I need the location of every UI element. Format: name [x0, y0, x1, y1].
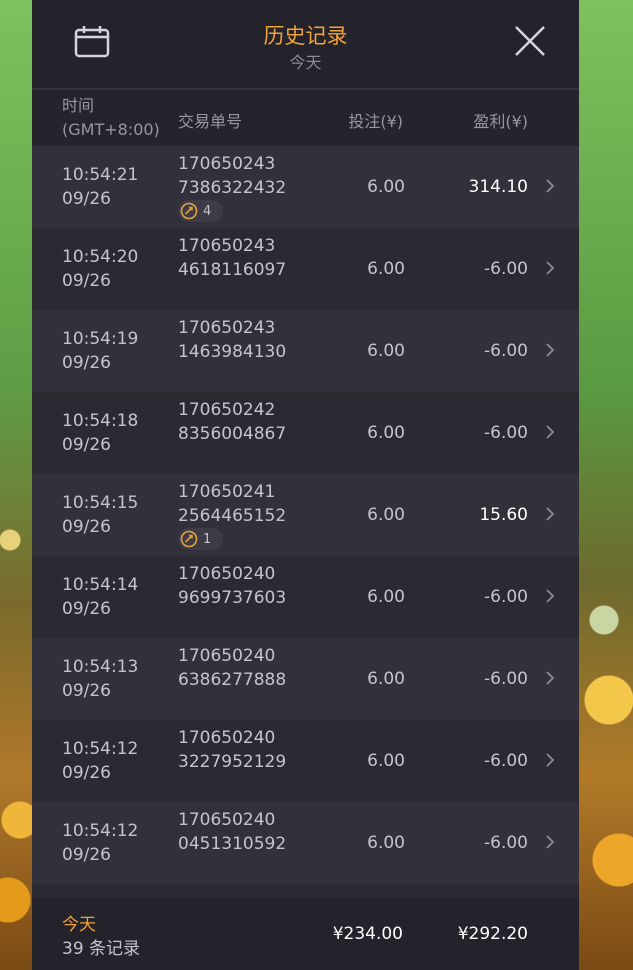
chevron-right-icon[interactable]	[545, 670, 555, 686]
table-row[interactable]: 10:54:14 09/26 170650240 9699737603 6.00…	[32, 556, 579, 638]
row-bet: 6.00	[367, 177, 405, 197]
chevron-right-icon[interactable]	[545, 752, 555, 768]
column-header-transaction-id: 交易单号	[178, 112, 243, 131]
free-spin-count: 4	[203, 203, 212, 219]
row-transaction-id: 170650240 9699737603	[178, 564, 287, 608]
row-bet: 6.00	[367, 587, 405, 607]
table-row[interactable]: 10:54:19 09/26 170650243 1463984130 6.00…	[32, 310, 579, 392]
row-time: 10:54:12 09/26	[62, 821, 139, 865]
page-title: 历史记录	[263, 24, 348, 48]
row-time: 10:54:12 09/26	[62, 739, 139, 783]
table-row[interactable]: 10:54:15 09/26 170650241 2564465152 6.00…	[32, 474, 579, 556]
row-bet: 6.00	[367, 833, 405, 853]
free-spin-icon	[180, 202, 198, 220]
row-transaction-id: 170650243 7386322432	[178, 154, 287, 198]
row-bet: 6.00	[367, 423, 405, 443]
table-row[interactable]: 10:54:18 09/26 170650242 8356004867 6.00…	[32, 392, 579, 474]
column-header-time: 时间 (GMT+8:00)	[62, 96, 160, 139]
column-header-bet: 投注(¥)	[348, 112, 403, 131]
table-header: 时间 (GMT+8:00) 交易单号 投注(¥) 盈利(¥)	[32, 90, 579, 146]
row-time: 10:54:19 09/26	[62, 329, 139, 373]
panel-header: 历史记录 今天	[32, 0, 579, 90]
row-profit: -6.00	[484, 833, 528, 853]
row-transaction-id: 170650243 4618116097	[178, 236, 287, 280]
chevron-right-icon[interactable]	[545, 260, 555, 276]
row-transaction-id: 170650243 1463984130	[178, 318, 287, 362]
chevron-right-icon[interactable]	[545, 424, 555, 440]
close-icon[interactable]	[513, 24, 547, 58]
free-spin-badge: 1	[178, 528, 224, 550]
table-row[interactable]: 10:54:20 09/26 170650243 4618116097 6.00…	[32, 228, 579, 310]
row-profit: -6.00	[484, 423, 528, 443]
table-row[interactable]: 10:54:12 09/26 170650240 0451310592 6.00…	[32, 802, 579, 884]
row-bet: 6.00	[367, 669, 405, 689]
background-scenery-right	[579, 0, 633, 970]
table-row[interactable]: 10:54:21 09/26 170650243 7386322432 6.00…	[32, 146, 579, 228]
row-profit: -6.00	[484, 751, 528, 771]
column-header-profit: 盈利(¥)	[473, 112, 528, 131]
row-time: 10:54:13 09/26	[62, 657, 139, 701]
summary-footer: 今天 39 条记录 ¥234.00 ¥292.20	[32, 898, 579, 970]
history-panel: 历史记录 今天 时间 (GMT+8:00) 交易单号 投注(¥) 盈利(¥) 1…	[32, 0, 579, 970]
chevron-right-icon[interactable]	[545, 506, 555, 522]
free-spin-badge: 4	[178, 200, 224, 222]
row-bet: 6.00	[367, 751, 405, 771]
row-profit: -6.00	[484, 341, 528, 361]
row-transaction-id: 170650240 3227952129	[178, 728, 287, 772]
row-profit: 15.60	[479, 505, 528, 525]
history-list: 10:54:21 09/26 170650243 7386322432 6.00…	[32, 146, 579, 884]
free-spin-icon	[180, 530, 198, 548]
row-time: 10:54:18 09/26	[62, 411, 139, 455]
total-profit: ¥292.20	[457, 924, 528, 944]
table-row[interactable]: 10:54:12 09/26 170650240 3227952129 6.00…	[32, 720, 579, 802]
row-transaction-id: 170650241 2564465152	[178, 482, 287, 526]
chevron-right-icon[interactable]	[545, 178, 555, 194]
row-time: 10:54:15 09/26	[62, 493, 139, 537]
row-bet: 6.00	[367, 341, 405, 361]
row-time: 10:54:21 09/26	[62, 165, 139, 209]
total-bet: ¥234.00	[332, 924, 403, 944]
chevron-right-icon[interactable]	[545, 834, 555, 850]
row-time: 10:54:20 09/26	[62, 247, 139, 291]
row-transaction-id: 170650242 8356004867	[178, 400, 287, 444]
row-profit: -6.00	[484, 259, 528, 279]
row-profit: 314.10	[468, 177, 528, 197]
row-transaction-id: 170650240 0451310592	[178, 810, 287, 854]
row-transaction-id: 170650240 6386277888	[178, 646, 287, 690]
chevron-right-icon[interactable]	[545, 588, 555, 604]
date-filter-label[interactable]: 今天	[32, 49, 579, 73]
footer-period: 今天	[62, 915, 96, 935]
free-spin-count: 1	[203, 531, 212, 547]
table-row[interactable]: 10:54:13 09/26 170650240 6386277888 6.00…	[32, 638, 579, 720]
row-profit: -6.00	[484, 587, 528, 607]
row-time: 10:54:14 09/26	[62, 575, 139, 619]
record-count: 39 条记录	[62, 939, 141, 959]
row-bet: 6.00	[367, 505, 405, 525]
background-scenery-left	[0, 0, 32, 970]
row-bet: 6.00	[367, 259, 405, 279]
chevron-right-icon[interactable]	[545, 342, 555, 358]
row-profit: -6.00	[484, 669, 528, 689]
